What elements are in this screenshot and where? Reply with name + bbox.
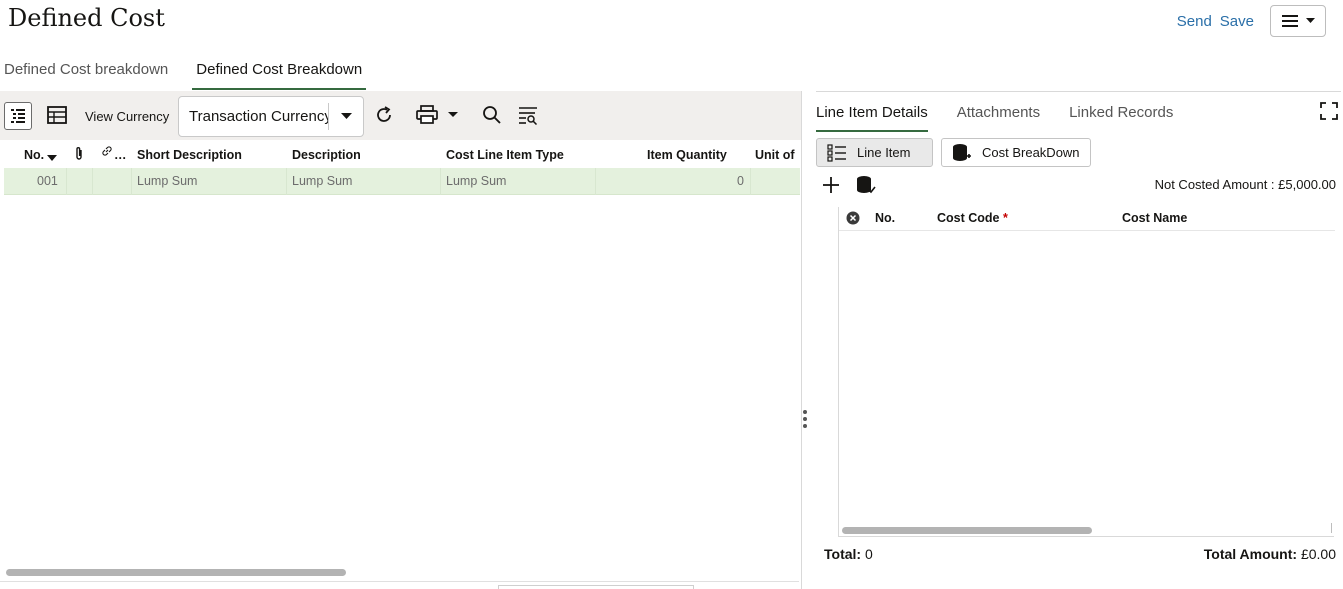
total-label: Total: — [824, 546, 862, 562]
table-row[interactable]: 001 Lump Sum Lump Sum Lump Sum 0 — [4, 168, 800, 195]
detail-tabs: Line Item Details Attachments Linked Rec… — [816, 101, 1202, 132]
hamburger-icon — [1281, 15, 1298, 27]
view-currency-label: View Currency — [85, 109, 170, 124]
currency-select[interactable]: Transaction Currency — [178, 96, 364, 137]
pagination-bar — [498, 585, 694, 589]
filter-list-icon[interactable] — [518, 105, 538, 125]
search-icon[interactable] — [482, 105, 502, 125]
database-check-icon[interactable] — [856, 175, 876, 200]
column-header-cost-code[interactable]: Cost Code * — [937, 211, 1008, 225]
database-add-icon — [952, 143, 972, 163]
expand-icon[interactable] — [1320, 102, 1338, 125]
sort-descending-icon[interactable] — [47, 151, 57, 165]
send-button[interactable]: Send — [1177, 13, 1212, 30]
tab-defined-cost-breakdown-1[interactable]: Defined Cost breakdown — [0, 55, 172, 90]
tab-linked-records[interactable]: Linked Records — [1069, 101, 1173, 132]
column-divider — [750, 168, 751, 195]
record-tabs: Defined Cost breakdown Defined Cost Brea… — [0, 55, 386, 90]
column-divider — [131, 168, 132, 195]
total-value: 0 — [864, 546, 873, 562]
column-divider — [595, 168, 596, 195]
grid-header: No. … Short Description Description Cost… — [0, 140, 801, 168]
line-items-panel: View Currency Transaction Currency No. …… — [0, 91, 801, 589]
clear-icon[interactable] — [846, 211, 860, 228]
column-header-cost-line-item-type[interactable]: Cost Line Item Type — [446, 148, 564, 162]
column-header-cost-name[interactable]: Cost Name — [1122, 211, 1187, 225]
cell-short-description: Lump Sum — [137, 174, 198, 188]
column-header-unit-of[interactable]: Unit of — [755, 148, 795, 162]
column-divider — [92, 168, 93, 195]
line-item-details-panel: Line Item Details Attachments Linked Rec… — [802, 91, 1343, 589]
cell-description: Lump Sum — [292, 174, 353, 188]
cost-breakdown-grid: No. Cost Code * Cost Name — [838, 207, 1335, 537]
column-header-description[interactable]: Description — [292, 148, 361, 162]
tab-line-item-details[interactable]: Line Item Details — [816, 101, 928, 132]
breakdown-actions — [822, 175, 876, 200]
horizontal-scrollbar[interactable] — [842, 527, 1092, 534]
column-header-no[interactable]: No. — [24, 148, 44, 162]
scroll-edge — [1331, 523, 1332, 533]
cell-cost-line-item-type: Lump Sum — [446, 174, 507, 188]
column-header-item-quantity[interactable]: Item Quantity — [647, 148, 727, 162]
tab-attachments[interactable]: Attachments — [957, 101, 1040, 132]
total-count: Total: 0 — [824, 546, 873, 562]
list-icon — [827, 143, 847, 162]
cost-breakdown-label: Cost BreakDown — [982, 145, 1080, 160]
cell-no: 001 — [37, 174, 58, 188]
column-divider — [286, 168, 287, 195]
list-select-icon[interactable] — [4, 102, 32, 130]
print-menu-caret-icon[interactable] — [448, 112, 458, 118]
total-amount: Total Amount: £0.00 — [1204, 546, 1336, 562]
column-header-short-description[interactable]: Short Description — [137, 148, 242, 162]
grid-header: No. Cost Code * Cost Name — [839, 207, 1335, 231]
cost-breakdown-view-button[interactable]: Cost BreakDown — [941, 138, 1091, 167]
actions-menu-button[interactable] — [1270, 5, 1326, 37]
column-header-no[interactable]: No. — [875, 211, 895, 225]
table-icon[interactable] — [47, 106, 67, 124]
cost-code-label: Cost Code — [937, 211, 1000, 225]
line-item-view-button[interactable]: Line Item — [816, 138, 933, 167]
print-icon[interactable] — [416, 105, 438, 125]
cell-item-quantity: 0 — [737, 174, 744, 188]
refresh-icon[interactable] — [374, 105, 394, 125]
grid-toolbar: View Currency Transaction Currency — [0, 91, 801, 140]
divider — [816, 91, 1341, 92]
link-icon — [101, 145, 113, 160]
tab-defined-cost-breakdown-2[interactable]: Defined Cost Breakdown — [192, 55, 367, 90]
add-icon[interactable] — [822, 176, 840, 199]
caret-down-icon — [1305, 18, 1315, 23]
caret-down-icon[interactable] — [329, 113, 363, 120]
currency-value: Transaction Currency — [179, 103, 329, 130]
not-costed-amount: Not Costed Amount : £5,000.00 — [1154, 177, 1336, 192]
divider — [0, 581, 799, 582]
save-button[interactable]: Save — [1220, 13, 1254, 30]
column-divider — [440, 168, 441, 195]
attachment-icon — [74, 146, 84, 165]
header-actions: Send Save — [1177, 5, 1326, 37]
line-item-label: Line Item — [857, 145, 911, 160]
required-marker: * — [1002, 211, 1008, 225]
page-title: Defined Cost — [8, 4, 165, 32]
total-amount-value: £0.00 — [1300, 546, 1336, 562]
column-divider — [66, 168, 67, 195]
total-amount-label: Total Amount: — [1203, 546, 1298, 562]
column-header-linked[interactable]: … — [114, 148, 127, 162]
horizontal-scrollbar[interactable] — [6, 569, 346, 576]
